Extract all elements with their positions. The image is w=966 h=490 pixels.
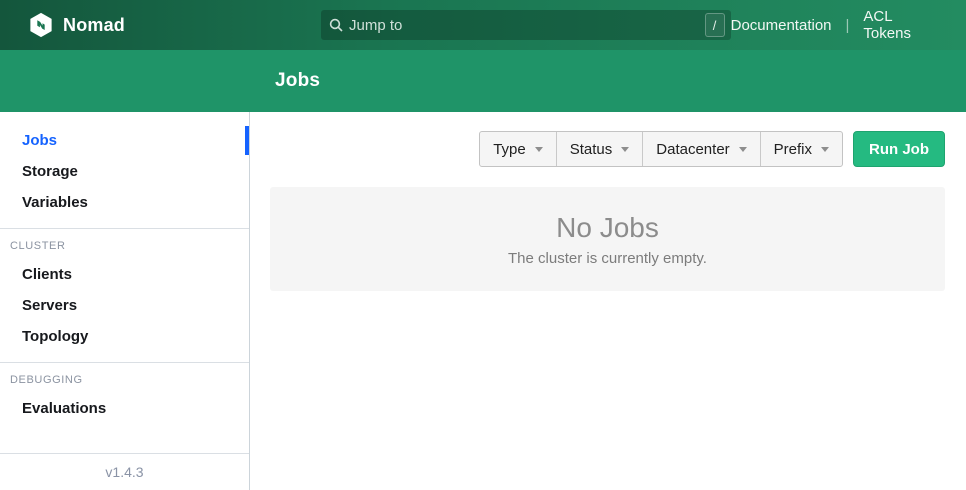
nomad-brand[interactable]: Nomad bbox=[0, 12, 145, 38]
sidebar-item-evaluations[interactable]: Evaluations bbox=[0, 393, 249, 424]
jobs-toolbar: Type Status Datacenter Prefix Run Job bbox=[270, 131, 945, 167]
filter-type-dropdown[interactable]: Type bbox=[480, 132, 556, 166]
filter-label: Type bbox=[493, 141, 526, 158]
empty-state-message: The cluster is currently empty. bbox=[508, 250, 707, 267]
acl-tokens-link[interactable]: ACL Tokens bbox=[863, 8, 937, 42]
search-shortcut-key: / bbox=[705, 13, 725, 37]
sidebar-footer: v1.4.3 bbox=[0, 453, 249, 490]
sidebar-item-label: Jobs bbox=[22, 132, 57, 149]
filter-label: Datacenter bbox=[656, 141, 729, 158]
sidebar-item-topology[interactable]: Topology bbox=[0, 321, 249, 352]
link-separator: | bbox=[832, 17, 864, 34]
filter-prefix-dropdown[interactable]: Prefix bbox=[760, 132, 842, 166]
jump-to-search[interactable]: / bbox=[321, 10, 731, 40]
sidebar-item-clients[interactable]: Clients bbox=[0, 259, 249, 290]
filter-group: Type Status Datacenter Prefix bbox=[479, 131, 843, 167]
divider bbox=[0, 362, 249, 363]
main-content: Type Status Datacenter Prefix Run Job bbox=[250, 112, 966, 490]
empty-state-title: No Jobs bbox=[556, 212, 659, 244]
run-job-button[interactable]: Run Job bbox=[853, 131, 945, 167]
filter-label: Status bbox=[570, 141, 613, 158]
sidebar-item-label: Clients bbox=[22, 266, 72, 283]
search-icon bbox=[329, 18, 343, 32]
page-title: Jobs bbox=[275, 70, 320, 92]
chevron-down-icon bbox=[739, 147, 747, 152]
nomad-logo-icon bbox=[28, 12, 54, 38]
sidebar-item-label: Evaluations bbox=[22, 400, 106, 417]
sidebar-item-jobs[interactable]: Jobs bbox=[0, 125, 249, 156]
sidebar-item-label: Storage bbox=[22, 163, 78, 180]
sidebar-item-variables[interactable]: Variables bbox=[0, 187, 249, 218]
top-navbar: Nomad / Documentation | ACL Tokens bbox=[0, 0, 966, 50]
brand-name: Nomad bbox=[63, 15, 125, 36]
page-header: Jobs bbox=[0, 50, 966, 112]
chevron-down-icon bbox=[621, 147, 629, 152]
search-input[interactable] bbox=[343, 17, 705, 34]
sidebar-item-servers[interactable]: Servers bbox=[0, 290, 249, 321]
sidebar-item-label: Topology bbox=[22, 328, 88, 345]
filter-label: Prefix bbox=[774, 141, 812, 158]
sidebar-item-label: Servers bbox=[22, 297, 77, 314]
empty-state: No Jobs The cluster is currently empty. bbox=[270, 187, 945, 291]
chevron-down-icon bbox=[821, 147, 829, 152]
debugging-section-label: DEBUGGING bbox=[10, 374, 249, 386]
filter-status-dropdown[interactable]: Status bbox=[556, 132, 643, 166]
version-label: v1.4.3 bbox=[105, 464, 143, 480]
cluster-section-label: CLUSTER bbox=[10, 240, 249, 252]
sidebar: Jobs Storage Variables CLUSTER Clients S… bbox=[0, 112, 250, 490]
active-indicator bbox=[245, 126, 249, 155]
documentation-link[interactable]: Documentation bbox=[731, 17, 832, 34]
chevron-down-icon bbox=[535, 147, 543, 152]
divider bbox=[0, 228, 249, 229]
sidebar-item-label: Variables bbox=[22, 194, 88, 211]
navbar-links: Documentation | ACL Tokens bbox=[731, 8, 966, 42]
filter-datacenter-dropdown[interactable]: Datacenter bbox=[642, 132, 759, 166]
sidebar-item-storage[interactable]: Storage bbox=[0, 156, 249, 187]
